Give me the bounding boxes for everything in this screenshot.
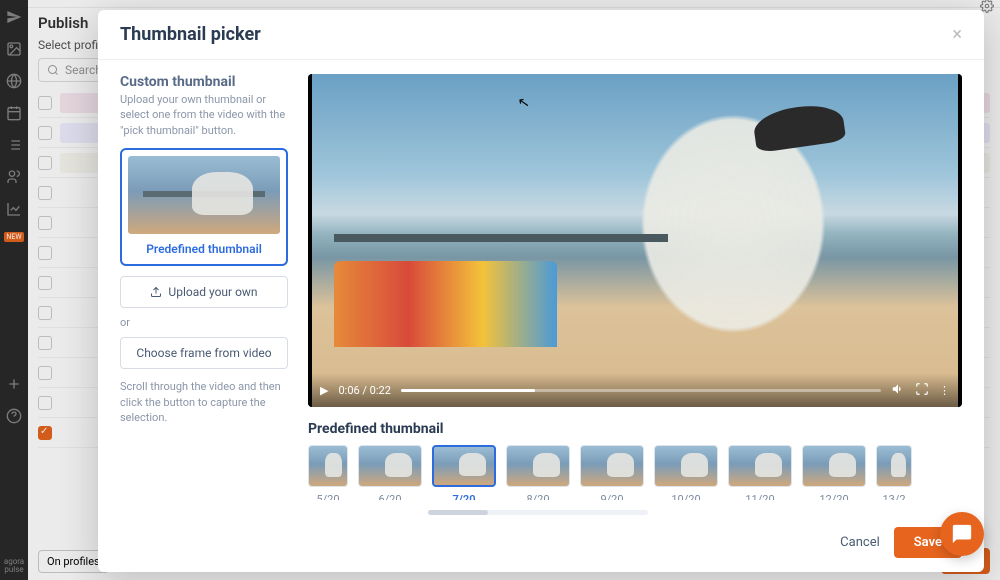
strip-heading: Predefined thumbnail xyxy=(308,421,962,437)
thumbnail-strip-image xyxy=(654,445,718,487)
thumbnail-strip-caption: 6/20 xyxy=(358,493,422,500)
or-divider: or xyxy=(120,316,288,329)
thumbnail-strip-item[interactable]: 5/20 xyxy=(308,445,348,500)
thumbnail-strip[interactable]: 5/20 6/20 7/20 8/20 9/20 10/20 11/20 12/20 13/2 xyxy=(308,445,962,500)
custom-heading: Custom thumbnail xyxy=(120,74,288,90)
thumbnail-strip-image xyxy=(876,445,912,487)
video-time: 0:06 / 0:22 xyxy=(338,384,390,397)
video-letterbox xyxy=(308,74,312,407)
thumbnail-strip-image xyxy=(580,445,644,487)
modal-title: Thumbnail picker xyxy=(120,24,261,45)
thumbnail-strip-caption: 12/20 xyxy=(802,493,866,500)
predefined-thumbnail-card[interactable]: Predefined thumbnail xyxy=(120,148,288,266)
thumbnail-strip-item[interactable]: 8/20 xyxy=(506,445,570,500)
custom-thumbnail-panel: Custom thumbnail Upload your own thumbna… xyxy=(120,74,288,515)
thumbnail-preview xyxy=(128,156,280,234)
cancel-button[interactable]: Cancel xyxy=(840,535,880,550)
video-letterbox xyxy=(958,74,962,407)
chat-icon xyxy=(951,523,973,545)
thumbnail-strip-item[interactable]: 11/20 xyxy=(728,445,792,500)
thumbnail-strip-image xyxy=(728,445,792,487)
choose-frame-hint: Scroll through the video and then click … xyxy=(120,379,288,425)
thumbnail-strip-image xyxy=(358,445,422,487)
thumbnail-strip-item[interactable]: 13/2 xyxy=(876,445,912,500)
thumbnail-picker-modal: Thumbnail picker × Custom thumbnail Uplo… xyxy=(98,10,984,572)
video-player[interactable]: ▶ 0:06 / 0:22 ⋮ xyxy=(308,74,962,407)
video-panel: ▶ 0:06 / 0:22 ⋮ ↖ Predefined thumbnail 5… xyxy=(308,74,962,515)
thumbnail-strip-caption: 8/20 xyxy=(506,493,570,500)
video-progress[interactable] xyxy=(401,389,881,392)
volume-icon[interactable] xyxy=(891,382,905,399)
thumbnail-strip-item[interactable]: 7/20 xyxy=(432,445,496,500)
thumbnail-strip-image xyxy=(432,445,496,487)
video-scene-cart xyxy=(334,261,556,348)
predefined-thumbnail-label: Predefined thumbnail xyxy=(128,242,280,256)
choose-frame-button[interactable]: Choose frame from video xyxy=(120,337,288,369)
modal-footer: Cancel Save xyxy=(98,515,984,572)
upload-button[interactable]: Upload your own xyxy=(120,276,288,308)
more-icon[interactable]: ⋮ xyxy=(939,384,950,397)
choose-frame-label: Choose frame from video xyxy=(136,346,271,360)
strip-scrollbar[interactable] xyxy=(428,510,648,515)
thumbnail-strip-item[interactable]: 12/20 xyxy=(802,445,866,500)
video-controls: ▶ 0:06 / 0:22 ⋮ xyxy=(308,373,962,407)
upload-icon xyxy=(150,286,162,298)
thumbnail-strip-caption: 11/20 xyxy=(728,493,792,500)
thumbnail-strip-image xyxy=(506,445,570,487)
fullscreen-icon[interactable] xyxy=(915,382,929,399)
thumbnail-strip-caption: 10/20 xyxy=(654,493,718,500)
thumbnail-strip-image xyxy=(802,445,866,487)
thumbnail-strip-item[interactable]: 10/20 xyxy=(654,445,718,500)
close-icon[interactable]: × xyxy=(952,24,962,45)
chat-launcher[interactable] xyxy=(940,512,984,556)
thumbnail-strip-caption: 9/20 xyxy=(580,493,644,500)
thumbnail-strip-caption: 5/20 xyxy=(308,493,348,500)
thumbnail-strip-image xyxy=(308,445,348,487)
thumbnail-strip-caption: 13/2 xyxy=(876,493,912,500)
thumbnail-strip-caption: 7/20 xyxy=(432,493,496,500)
thumbnail-strip-item[interactable]: 9/20 xyxy=(580,445,644,500)
modal-header: Thumbnail picker × xyxy=(98,10,984,60)
custom-desc: Upload your own thumbnail or select one … xyxy=(120,92,288,138)
upload-label: Upload your own xyxy=(168,285,257,299)
video-scene-pier xyxy=(334,234,668,242)
play-icon[interactable]: ▶ xyxy=(320,384,328,397)
thumbnail-strip-item[interactable]: 6/20 xyxy=(358,445,422,500)
